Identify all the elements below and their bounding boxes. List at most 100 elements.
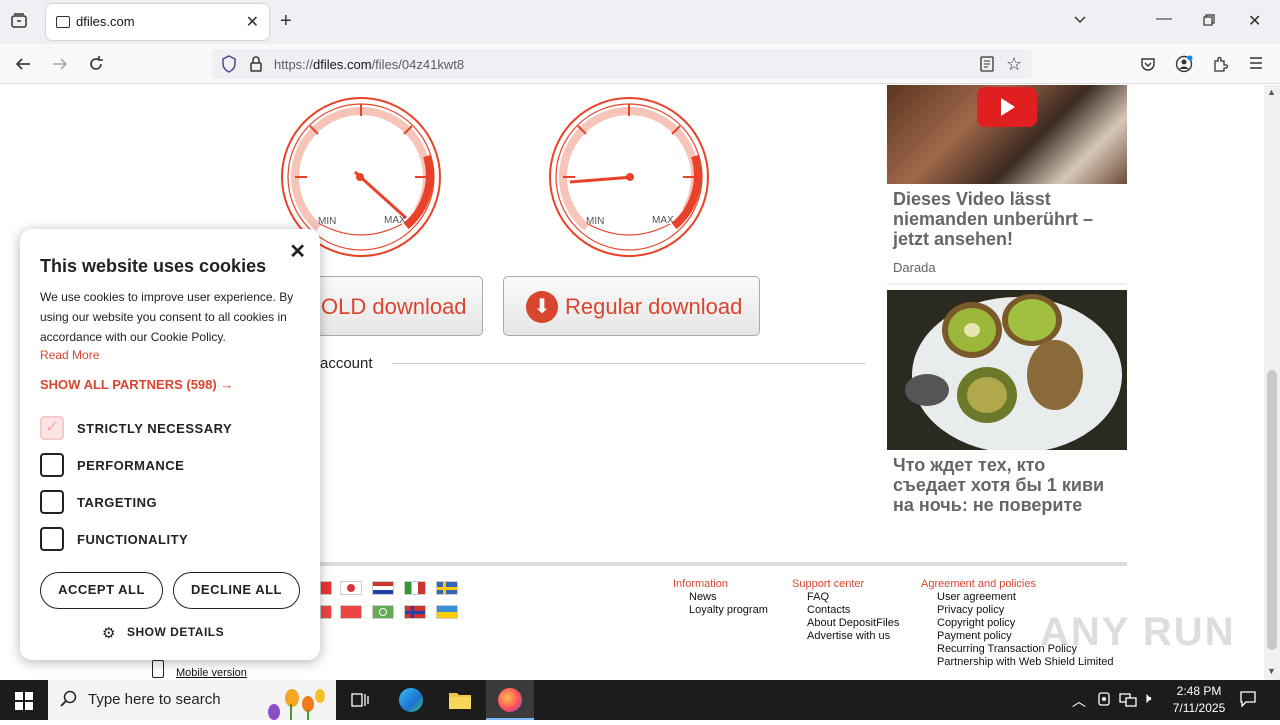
menu-hamburger-icon[interactable]	[1248, 55, 1264, 76]
tab-list-chevron-icon[interactable]	[1072, 12, 1088, 33]
performance-checkbox[interactable]	[40, 453, 64, 477]
accept-all-button[interactable]: ACCEPT ALL	[40, 572, 163, 609]
account-icon[interactable]	[1175, 55, 1193, 78]
network-icon[interactable]	[1119, 691, 1137, 710]
regular-download-label: Regular download	[565, 294, 743, 319]
bookmark-star-icon[interactable]: ☆	[1006, 54, 1022, 75]
flag-icon[interactable]	[436, 581, 458, 595]
ad-title[interactable]: Что ждет тех, кто съедает хотя бы 1 киви…	[893, 455, 1123, 515]
ad-video-thumbnail[interactable]	[887, 85, 1127, 184]
flag-icon[interactable]	[404, 581, 426, 595]
footer-link-privacy[interactable]: Privacy policy	[937, 604, 1004, 617]
clock-date[interactable]: 7/11/2025	[1166, 701, 1232, 715]
gold-download-label: OLD download	[321, 294, 467, 319]
firefox-icon	[498, 688, 522, 712]
tray-app-icon[interactable]	[1097, 691, 1111, 710]
footer-heading-support: Support center	[792, 578, 865, 590]
flag-icon[interactable]	[404, 605, 426, 619]
footer-link-payment[interactable]: Payment policy	[937, 630, 1012, 643]
address-bar[interactable]: https://dfiles.com/files/04z41kwt8 ☆	[212, 49, 1032, 79]
gauge-min-label: MIN	[586, 216, 604, 227]
scroll-up-icon[interactable]: ▲	[1267, 87, 1276, 97]
targeting-checkbox[interactable]	[40, 490, 64, 514]
reader-view-icon[interactable]	[980, 56, 994, 77]
volume-icon[interactable]: 🕨	[1142, 690, 1151, 707]
notifications-icon[interactable]	[1239, 690, 1257, 711]
minimize-icon[interactable]: —	[1156, 10, 1172, 28]
account-link[interactable]: account	[320, 355, 373, 372]
clock-time[interactable]: 2:48 PM	[1174, 684, 1224, 698]
flag-icon[interactable]	[320, 605, 332, 619]
flag-icon[interactable]	[340, 581, 362, 595]
cookie-title: This website uses cookies	[40, 256, 267, 276]
ad-title[interactable]: Dieses Video lässt niemanden unberührt –…	[893, 189, 1118, 249]
active-tab[interactable]: dfiles.com ✕	[46, 4, 269, 40]
functionality-checkbox[interactable]	[40, 527, 64, 551]
search-flowers-decoration	[262, 684, 332, 725]
lock-icon[interactable]	[249, 55, 263, 78]
url-text[interactable]: https://dfiles.com/files/04z41kwt8	[274, 57, 464, 72]
footer-link-news[interactable]: News	[689, 591, 717, 604]
regular-download-button[interactable]: ⬇ Regular download	[503, 276, 760, 336]
tab-bar: dfiles.com ✕ + — ✕	[0, 0, 1280, 44]
footer-link-partnership[interactable]: Partnership with Web Shield Limited	[937, 656, 1114, 669]
footer-link-faq[interactable]: FAQ	[807, 591, 829, 604]
ad-separator	[887, 283, 1127, 285]
back-icon[interactable]	[14, 55, 32, 78]
show-partners-link[interactable]: SHOW ALL PARTNERS (598) →	[40, 377, 233, 392]
ad-source: Darada	[893, 260, 936, 275]
firefox-taskbar-button[interactable]	[486, 680, 534, 720]
flag-icon[interactable]	[436, 605, 458, 619]
pocket-icon[interactable]	[1140, 56, 1156, 77]
download-arrow-icon: ⬇	[526, 291, 558, 323]
page-scrollbar[interactable]: ▲ ▼	[1264, 85, 1280, 680]
read-more-link[interactable]: Read More	[40, 348, 99, 362]
flag-icon[interactable]	[340, 605, 362, 619]
edge-icon[interactable]	[399, 688, 423, 712]
file-explorer-icon[interactable]	[448, 690, 472, 715]
gauge-max-label: MAX	[384, 215, 406, 226]
play-icon[interactable]	[977, 87, 1037, 127]
scrollbar-thumb[interactable]	[1267, 370, 1277, 650]
gauge-max-label: MAX	[652, 215, 674, 226]
tab-overview-icon[interactable]	[10, 12, 28, 35]
functionality-label: FUNCTIONALITY	[77, 532, 189, 547]
decline-all-button[interactable]: DECLINE ALL	[173, 572, 300, 609]
watermark: ANY RUN	[1040, 610, 1236, 654]
footer-link-about[interactable]: About DepositFiles	[807, 617, 899, 630]
mobile-version-link[interactable]: Mobile version	[176, 667, 247, 679]
targeting-label: TARGETING	[77, 495, 158, 510]
footer-link-advertise[interactable]: Advertise with us	[807, 630, 890, 643]
shield-icon[interactable]	[221, 55, 237, 78]
footer-divider	[300, 562, 1127, 566]
scroll-down-icon[interactable]: ▼	[1267, 666, 1276, 676]
extensions-icon[interactable]	[1212, 55, 1229, 78]
strictly-necessary-checkbox[interactable]: ✓	[40, 416, 64, 440]
close-icon[interactable]: ✕	[289, 239, 306, 264]
footer-link-contacts[interactable]: Contacts	[807, 604, 850, 617]
cookie-body-text: We use cookies to improve user experienc…	[40, 290, 294, 344]
divider	[392, 363, 866, 364]
footer-heading-information: Information	[673, 578, 729, 590]
close-window-icon[interactable]: ✕	[1248, 11, 1261, 31]
forward-icon[interactable]	[51, 55, 69, 78]
gear-icon[interactable]: ⚙	[102, 624, 115, 642]
new-tab-icon[interactable]: +	[280, 10, 292, 33]
tray-chevron-icon[interactable]: ︿	[1072, 691, 1086, 711]
task-view-icon[interactable]	[351, 691, 369, 714]
restore-icon[interactable]	[1202, 13, 1216, 32]
footer-link-user-agreement[interactable]: User agreement	[937, 591, 1016, 604]
footer-link-copyright[interactable]: Copyright policy	[937, 617, 1015, 630]
windows-start-icon[interactable]	[15, 692, 33, 715]
gauge-min-label: MIN	[318, 216, 336, 227]
close-tab-icon[interactable]: ✕	[246, 12, 259, 32]
flag-icon[interactable]	[372, 605, 394, 619]
flag-icon[interactable]	[372, 581, 394, 595]
ad-kiwi-image[interactable]	[887, 290, 1127, 450]
navigation-bar: https://dfiles.com/files/04z41kwt8 ☆	[0, 44, 1280, 84]
taskbar-search-box[interactable]: Type here to search	[48, 680, 336, 720]
show-details-button[interactable]: SHOW DETAILS	[127, 625, 224, 639]
flag-icon[interactable]	[320, 581, 332, 595]
reload-icon[interactable]	[87, 55, 105, 78]
footer-link-loyalty[interactable]: Loyalty program	[689, 604, 768, 617]
